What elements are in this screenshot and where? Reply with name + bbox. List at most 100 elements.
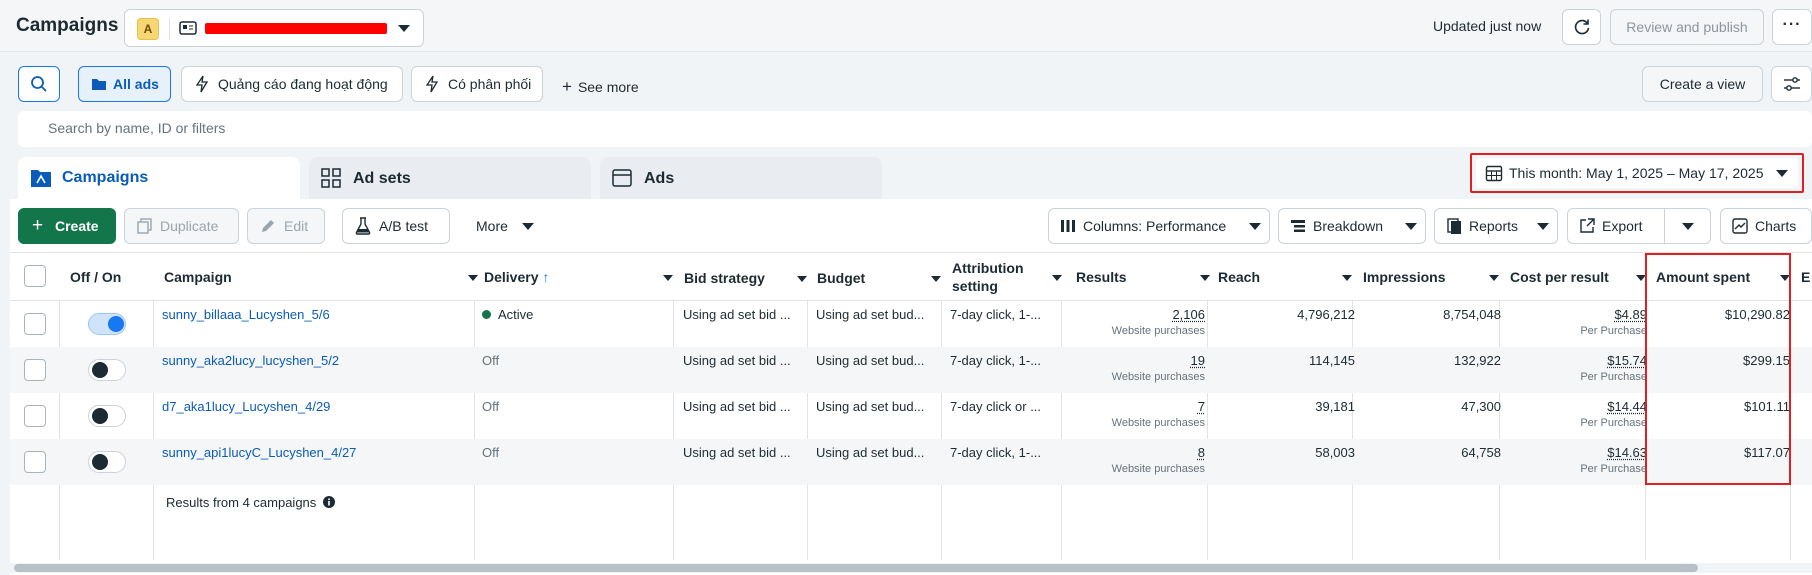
results-cell: 2,106 Website purchases [1071,307,1205,337]
ad-sets-grid-icon [321,168,341,188]
column-menu-icon[interactable] [663,275,673,281]
info-icon[interactable] [322,496,335,508]
charts-button[interactable]: Charts [1720,208,1812,244]
column-header-attribution[interactable]: Attribution setting [952,259,1062,295]
column-header-budget[interactable]: Budget [817,269,941,287]
campaign-name-link[interactable]: sunny_aka2lucy_lucyshen_5/2 [162,353,339,368]
tab-campaigns[interactable]: Campaigns [18,157,300,201]
filter-all-ads[interactable]: All ads [78,66,171,102]
budget-cell: Using ad set bud... [816,399,925,414]
duplicate-button[interactable]: Duplicate [124,208,239,244]
see-more-label: See more [577,79,639,95]
create-button[interactable]: + Create [18,208,116,244]
delivery-status: Off [482,353,499,368]
results-value[interactable]: 2,106 [1172,307,1205,322]
table-row[interactable]: sunny_api1lucyC_Lucyshen_4/27 Off Using ad… [10,439,1812,485]
row-checkbox[interactable] [24,313,46,335]
edit-button[interactable]: Edit [247,208,325,244]
cost-per-result-value[interactable]: $15.74 [1607,353,1647,368]
columns-button[interactable]: Columns: Performance [1048,208,1270,244]
column-header-cost-per-result-label: Cost per result [1510,269,1609,285]
results-value[interactable]: 8 [1198,445,1205,460]
attribution-cell: 7-day click or ... [950,399,1042,414]
ad-account-selector[interactable]: A [124,9,424,47]
column-menu-icon[interactable] [468,275,478,281]
campaign-toggle[interactable] [88,405,126,427]
customize-filters-button[interactable] [1771,66,1812,102]
search-icon [31,76,47,92]
results-value[interactable]: 7 [1198,399,1205,414]
column-header-impressions-label: Impressions [1363,269,1446,285]
chevron-down-icon [1405,223,1417,230]
scrollbar-thumb[interactable] [14,564,1698,572]
see-more-filters[interactable]: + See more [562,77,639,97]
column-header-campaign-label: Campaign [164,269,232,285]
select-all-checkbox[interactable] [24,265,46,287]
campaign-name-link[interactable]: d7_aka1lucy_Lucyshen_4/29 [162,399,330,414]
ab-test-button[interactable]: A/B test [342,208,450,244]
column-header-delivery[interactable]: Delivery ↑ [484,268,673,286]
column-header-results[interactable]: Results [1076,268,1210,286]
more-options-button[interactable]: ··· [1772,9,1812,45]
campaign-name-link[interactable]: sunny_billaaa_Lucyshen_5/6 [162,307,330,322]
cost-per-result-value[interactable]: $4.89 [1614,307,1647,322]
breakdown-button[interactable]: Breakdown [1278,208,1426,244]
search-input[interactable] [48,120,648,136]
delivery-status-text: Active [498,307,534,322]
column-header-reach-label: Reach [1218,269,1261,285]
column-header-truncated[interactable]: E [1801,268,1810,286]
cost-per-result-value[interactable]: $14.63 [1607,445,1647,460]
column-header-reach[interactable]: Reach [1218,268,1352,286]
results-value[interactable]: 19 [1191,353,1205,368]
export-button[interactable]: Export [1567,208,1711,244]
create-view-button[interactable]: Create a view [1642,66,1763,102]
delivery-status: Off [482,399,499,414]
review-and-publish-button[interactable]: Review and publish [1610,9,1764,45]
bid-strategy-cell: Using ad set bid ... [683,353,791,368]
charts-label: Charts [1755,218,1797,234]
column-header-attribution-line1: Attribution [952,260,1024,276]
chevron-down-icon [398,25,410,32]
breakdown-icon [1291,220,1305,232]
column-header-impressions[interactable]: Impressions [1363,268,1499,286]
column-menu-icon[interactable] [1489,275,1499,281]
more-actions-button[interactable]: More [460,208,540,244]
column-menu-icon[interactable] [1052,275,1062,281]
campaign-toggle[interactable] [88,451,126,473]
tab-ads[interactable]: Ads [600,157,882,199]
refresh-button[interactable] [1562,9,1601,45]
table-row[interactable]: d7_aka1lucy_Lucyshen_4/29 Off Using ad set… [10,393,1812,439]
row-checkbox[interactable] [24,451,46,473]
campaign-toggle[interactable] [88,313,126,335]
row-checkbox[interactable] [24,359,46,381]
filter-all-ads-label: All ads [113,76,159,92]
search-toggle-button[interactable] [18,66,60,102]
column-header-campaign[interactable]: Campaign [164,268,478,286]
column-menu-icon[interactable] [1200,275,1210,281]
bid-strategy-cell: Using ad set bid ... [683,399,791,414]
attribution-cell: 7-day click, 1-... [950,307,1042,322]
table-row[interactable]: sunny_aka2lucy_lucyshen_5/2 Off Using ad s… [10,347,1812,393]
column-menu-icon[interactable] [1342,275,1352,281]
row-checkbox[interactable] [24,405,46,427]
table-row[interactable]: sunny_billaaa_Lucyshen_5/6 Active Using ad… [10,301,1812,347]
toggle-knob [92,454,108,470]
reports-button[interactable]: Reports [1434,208,1558,244]
campaign-toggle[interactable] [88,359,126,381]
filter-active-ads[interactable]: Quảng cáo đang hoạt động [181,66,403,102]
cost-per-result-value[interactable]: $14.44 [1607,399,1647,414]
column-header-bid-strategy[interactable]: Bid strategy [684,269,807,287]
filter-active-ads-label: Quảng cáo đang hoạt động [218,76,388,92]
filter-has-delivery[interactable]: Có phân phối [411,66,543,102]
date-range-picker[interactable]: This month: May 1, 2025 – May 17, 2025 [1476,158,1798,188]
column-menu-icon[interactable] [797,276,807,282]
column-header-attribution-line2: setting [952,278,998,294]
campaign-name-link[interactable]: sunny_api1lucyC_Lucyshen_4/27 [162,445,356,460]
tab-ad-sets[interactable]: Ad sets [309,157,591,199]
reach-cell: 58,003 [1315,445,1355,460]
plus-icon: + [32,215,44,236]
column-header-off-on[interactable]: Off / On [70,268,121,286]
column-menu-icon[interactable] [931,276,941,282]
column-header-cost-per-result[interactable]: Cost per result [1510,268,1646,286]
chevron-down-icon[interactable] [1682,223,1694,230]
